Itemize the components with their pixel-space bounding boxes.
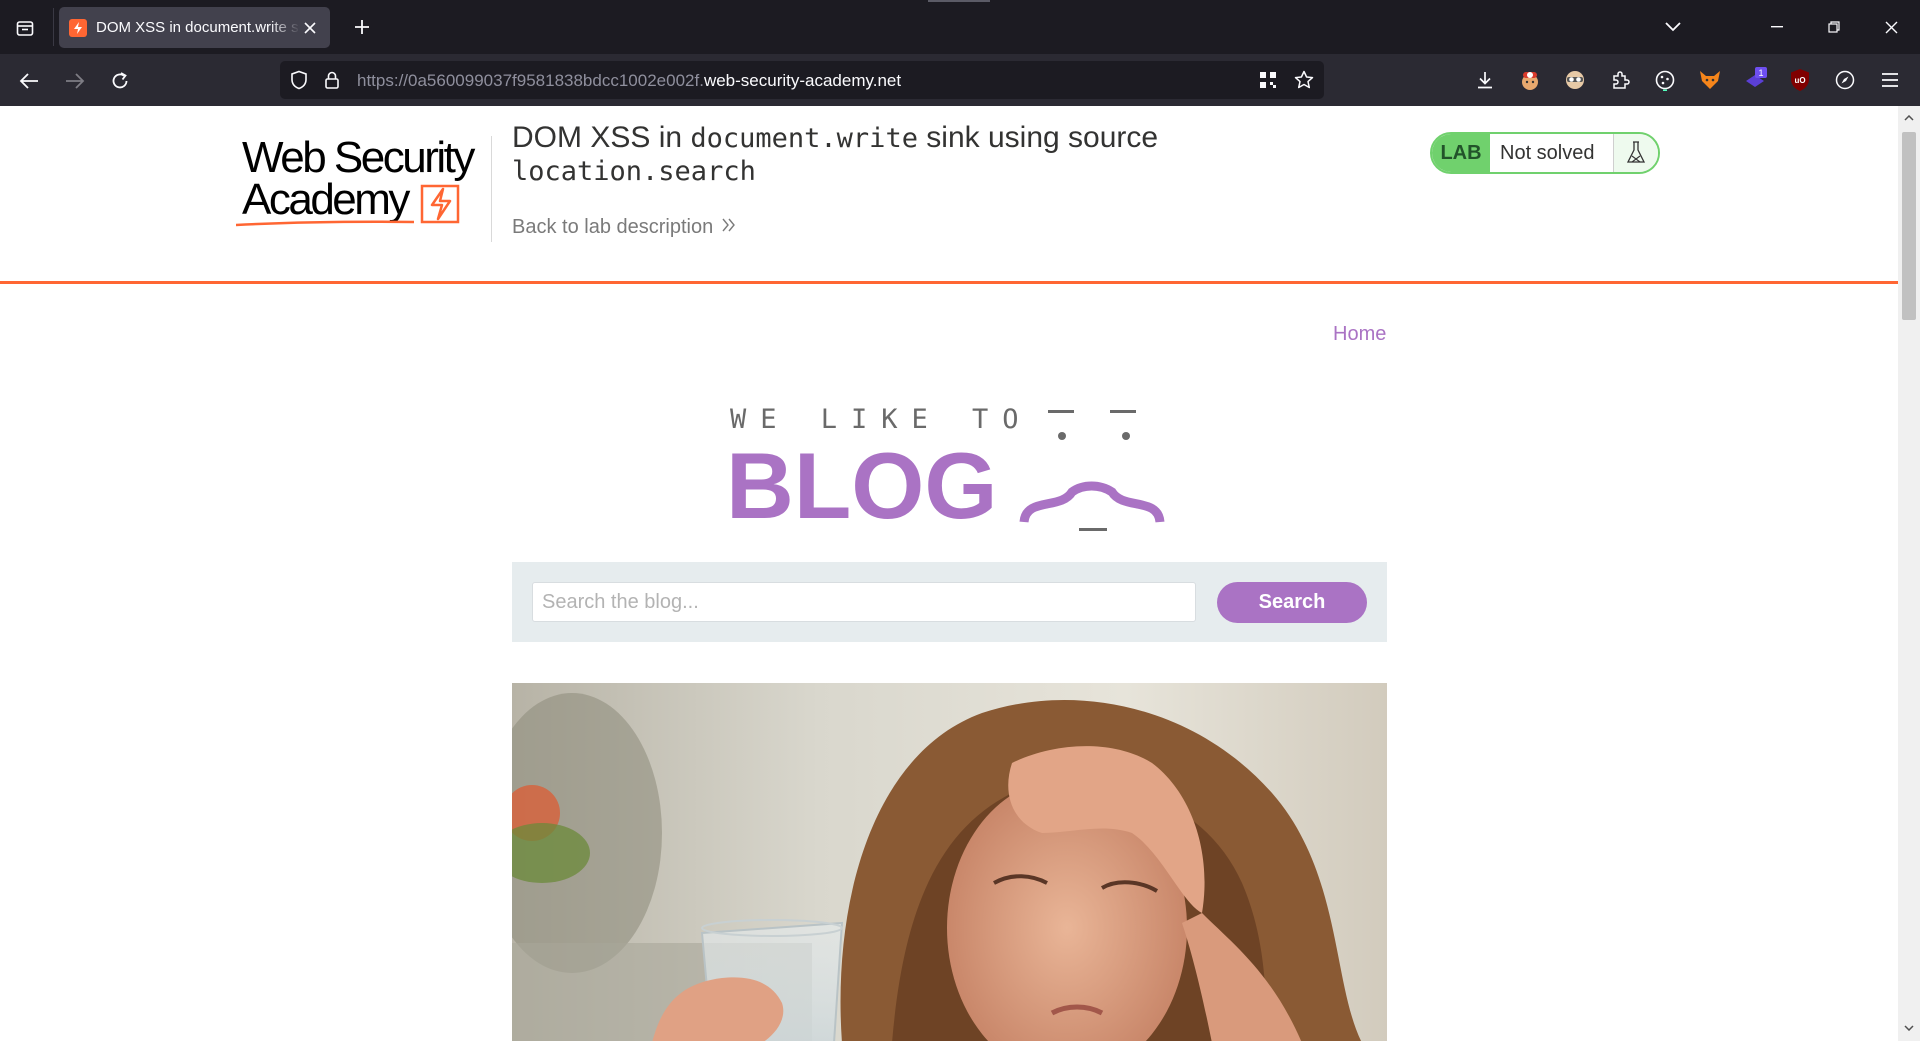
- search-input[interactable]: [532, 582, 1196, 622]
- star-icon[interactable]: [1294, 70, 1314, 90]
- close-icon[interactable]: [300, 18, 320, 38]
- lab-title-text: sink using source: [917, 121, 1159, 154]
- avatar-extension-icon[interactable]: [1517, 67, 1543, 93]
- address-bar[interactable]: https://0a560099037f9581838bdcc1002e002f…: [280, 61, 1324, 99]
- cookie-icon[interactable]: [1652, 67, 1678, 93]
- ublock-label: uO: [1794, 76, 1805, 85]
- web-security-academy-logo[interactable]: Web Security Academy: [235, 130, 488, 230]
- url-text[interactable]: https://0a560099037f9581838bdcc1002e002f…: [357, 71, 901, 91]
- lab-title-code: document.write: [690, 123, 918, 154]
- face-icon: [1019, 410, 1165, 531]
- active-tab[interactable]: DOM XSS in document.write sink using sou…: [59, 7, 330, 48]
- lab-badge: LAB: [1432, 134, 1490, 172]
- tab-list-icon[interactable]: [10, 13, 40, 43]
- search-panel: Search: [512, 562, 1387, 642]
- lightning-icon: [69, 18, 87, 37]
- minimize-icon[interactable]: [1762, 13, 1792, 41]
- download-icon[interactable]: [1472, 67, 1498, 93]
- arrow-left-icon[interactable]: [14, 66, 44, 96]
- purple-extension-icon[interactable]: 1: [1742, 67, 1768, 93]
- url-prefix: https://0a560099037f9581838bdcc1002e002f…: [357, 71, 704, 90]
- back-link-label: Back to lab description: [512, 216, 714, 238]
- lab-title: DOM XSS in document.write sink using sou…: [512, 122, 1272, 188]
- drag-handle[interactable]: [928, 0, 990, 2]
- reload-icon[interactable]: [105, 66, 135, 96]
- hero-main-text: BLOG: [726, 433, 998, 538]
- browser-nav-bar: https://0a560099037f9581838bdcc1002e002f…: [0, 54, 1920, 106]
- incognito-extension-icon[interactable]: [1562, 67, 1588, 93]
- web-page: Web Security Academy DOM XSS in document…: [0, 106, 1898, 1041]
- window-close-icon[interactable]: [1876, 13, 1906, 41]
- page-scrollbar[interactable]: [1898, 106, 1920, 1041]
- qr-code-icon[interactable]: [1258, 70, 1278, 90]
- scrollbar-thumb[interactable]: [1902, 132, 1916, 320]
- compass-icon[interactable]: [1832, 67, 1858, 93]
- blog-hero-banner: WE LIKE TO BLOG: [726, 392, 1172, 546]
- lab-status-widget: LAB Not solved: [1430, 132, 1660, 174]
- hamburger-menu-icon[interactable]: [1877, 67, 1903, 93]
- restore-icon[interactable]: [1819, 13, 1849, 41]
- scroll-up-icon[interactable]: [1898, 108, 1920, 128]
- url-domain: web-security-academy.net: [703, 71, 902, 90]
- flask-icon: [1614, 134, 1658, 172]
- extension-badge-count: 1: [1758, 68, 1763, 78]
- fox-extension-icon[interactable]: [1697, 67, 1723, 93]
- hero-top-text: WE LIKE TO: [730, 404, 1033, 435]
- header-divider: [491, 136, 492, 242]
- double-chevron-right-icon: [721, 216, 737, 239]
- tab-separator: [53, 8, 54, 46]
- lock-icon[interactable]: [322, 70, 342, 90]
- lab-title-text: DOM XSS in: [512, 121, 691, 154]
- arrow-right-icon[interactable]: [60, 66, 90, 96]
- logo-line-2: Academy: [242, 175, 410, 224]
- chevron-down-icon[interactable]: [1658, 13, 1688, 41]
- shield-icon[interactable]: [289, 70, 309, 90]
- plus-icon[interactable]: [348, 13, 376, 41]
- lab-status-text: Not solved: [1490, 134, 1614, 172]
- back-to-lab-description-link[interactable]: Back to lab description: [512, 216, 737, 239]
- lab-header: Web Security Academy DOM XSS in document…: [0, 106, 1898, 284]
- scroll-down-icon[interactable]: [1898, 1018, 1920, 1038]
- nav-home-link[interactable]: Home: [1333, 323, 1386, 346]
- lab-title-code: location.search: [512, 156, 756, 187]
- ublock-icon[interactable]: uO: [1787, 67, 1813, 93]
- search-button[interactable]: Search: [1217, 582, 1367, 623]
- tab-title: DOM XSS in document.write sink using sou…: [96, 19, 301, 36]
- puzzle-icon[interactable]: [1607, 67, 1633, 93]
- blog-post-image[interactable]: [512, 683, 1387, 1041]
- browser-tab-bar: DOM XSS in document.write sink using sou…: [0, 0, 1920, 54]
